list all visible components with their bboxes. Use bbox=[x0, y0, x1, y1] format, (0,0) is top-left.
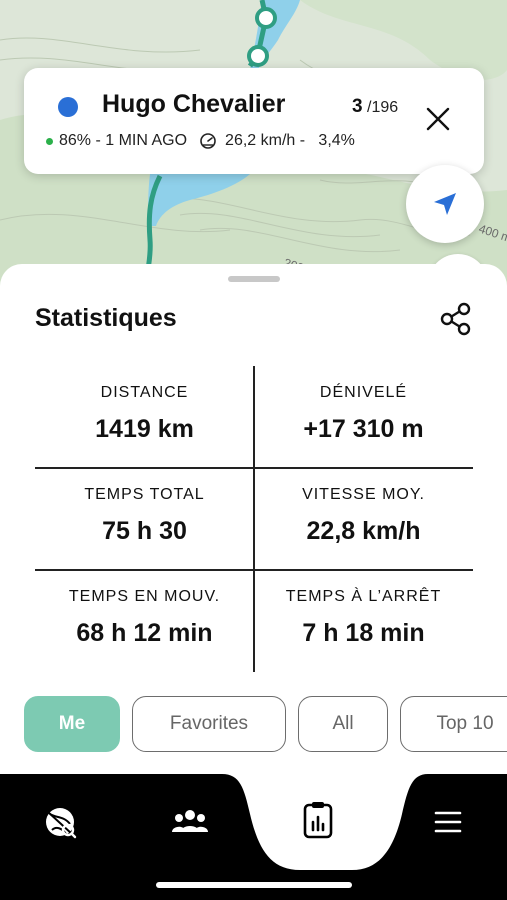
stat-label: TEMPS EN MOUV. bbox=[68, 588, 221, 605]
riders-group-icon bbox=[172, 810, 208, 832]
stat-value: 75 h 30 bbox=[102, 517, 187, 545]
nav-menu[interactable] bbox=[418, 800, 478, 844]
stat-moving-time: TEMPS EN MOUV. 68 h 12 min bbox=[35, 570, 254, 672]
filter-all[interactable]: All bbox=[298, 696, 388, 752]
navigation-arrow-icon bbox=[434, 193, 456, 215]
rider-rank: 3 /196 bbox=[352, 96, 398, 118]
live-status-dot bbox=[46, 137, 53, 145]
filter-favorites[interactable]: Favorites bbox=[132, 696, 286, 752]
clipboard-stats-icon bbox=[303, 802, 333, 839]
map-globe-icon bbox=[46, 808, 77, 839]
stats-sheet: Statistiques DISTANCE 1419 km DÉNIVELÉ +… bbox=[0, 264, 507, 824]
rank-position: 3 bbox=[352, 96, 363, 117]
locate-button[interactable] bbox=[406, 165, 484, 243]
filter-me[interactable]: Me bbox=[24, 696, 120, 752]
speed-and-grade: 26,2 km/h - 3,4% bbox=[225, 132, 355, 149]
battery-and-time: 86% - 1 MIN AGO bbox=[59, 132, 188, 149]
rider-color-dot bbox=[58, 97, 78, 117]
rank-total: /196 bbox=[367, 99, 399, 116]
stat-distance: DISTANCE 1419 km bbox=[35, 366, 254, 468]
stat-value: 7 h 18 min bbox=[302, 619, 425, 647]
bottom-navigation bbox=[0, 774, 507, 900]
stat-label: TEMPS TOTAL bbox=[84, 486, 205, 503]
close-button[interactable] bbox=[424, 105, 452, 133]
share-icon bbox=[440, 302, 471, 336]
menu-icon bbox=[434, 811, 462, 833]
stat-total-time: TEMPS TOTAL 75 h 30 bbox=[35, 468, 254, 570]
stat-stopped-time: TEMPS À L’ARRÊT 7 h 18 min bbox=[254, 570, 473, 672]
rider-name: Hugo Chevalier bbox=[102, 90, 286, 118]
sheet-title: Statistiques bbox=[35, 304, 177, 332]
home-indicator[interactable] bbox=[156, 882, 352, 888]
stat-label: DISTANCE bbox=[100, 384, 189, 401]
share-button[interactable] bbox=[440, 302, 472, 336]
stat-label: VITESSE MOY. bbox=[302, 486, 425, 503]
stat-label: TEMPS À L’ARRÊT bbox=[285, 588, 442, 605]
rider-card[interactable]: Hugo Chevalier 3 /196 86% - 1 MIN AGO 26… bbox=[24, 68, 484, 174]
nav-map[interactable] bbox=[30, 800, 90, 844]
nav-riders[interactable] bbox=[160, 800, 220, 844]
stat-value: 22,8 km/h bbox=[306, 517, 421, 545]
stat-value: +17 310 m bbox=[303, 415, 424, 443]
stat-label: DÉNIVELÉ bbox=[319, 384, 408, 401]
close-icon bbox=[426, 107, 450, 131]
stat-value: 1419 km bbox=[95, 415, 194, 443]
stat-elevation: DÉNIVELÉ +17 310 m bbox=[254, 366, 473, 468]
rider-status: 86% - 1 MIN AGO 26,2 km/h - 3,4% bbox=[46, 132, 355, 150]
nav-stats[interactable] bbox=[288, 798, 348, 842]
stat-average-speed: VITESSE MOY. 22,8 km/h bbox=[254, 468, 473, 570]
filter-top-10[interactable]: Top 10 bbox=[400, 696, 507, 752]
stat-value: 68 h 12 min bbox=[76, 619, 213, 647]
stats-grid: DISTANCE 1419 km DÉNIVELÉ +17 310 m TEMP… bbox=[35, 366, 473, 672]
speedometer-icon bbox=[200, 133, 216, 149]
rider-filter-chips: Me Favorites All Top 10 bbox=[24, 696, 507, 752]
sheet-grab-handle[interactable] bbox=[228, 276, 280, 282]
